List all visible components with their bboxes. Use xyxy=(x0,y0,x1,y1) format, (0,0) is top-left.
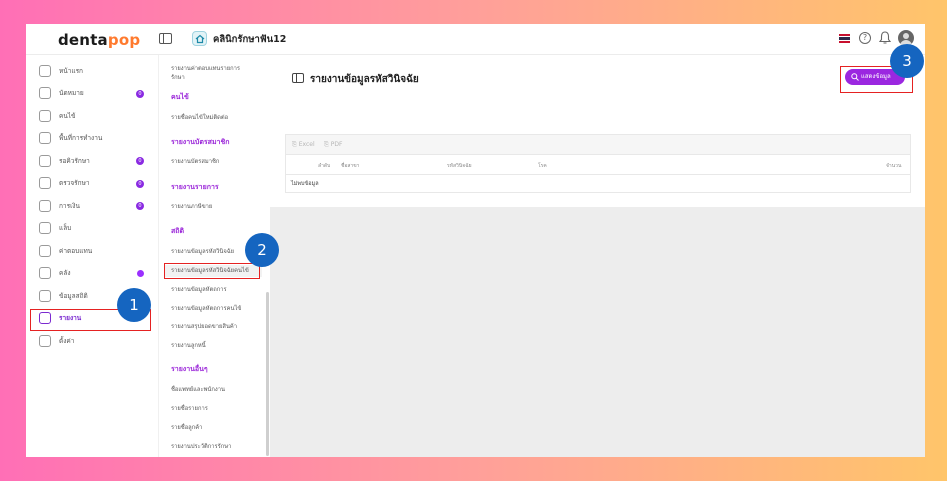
scan-icon xyxy=(39,177,51,189)
workspace-icon xyxy=(39,132,51,144)
step-badge-2: 2 xyxy=(245,233,279,267)
submenu-item[interactable]: รายงานภาษีขาย xyxy=(171,201,212,211)
highlight-diagnosis-report xyxy=(164,263,260,279)
sidebar-item-label: นัดหมาย xyxy=(59,89,84,97)
sidebar-item[interactable]: คนไข้ xyxy=(39,108,149,123)
sidebar-item-label: ค่าตอบแทน xyxy=(59,246,93,255)
step-badge-1: 1 xyxy=(117,288,151,322)
submenu-item[interactable]: รายงานข้อมูลรหัสวินิจฉัย xyxy=(171,246,234,256)
empty-state-text: ไม่พบข้อมูล xyxy=(291,181,319,187)
submenu-item[interactable]: รักษา xyxy=(171,72,185,82)
gear-icon xyxy=(39,334,51,347)
user-icon xyxy=(39,109,51,122)
submenu-section-heading: คนไข้ xyxy=(171,93,189,101)
step-badge-3: 3 xyxy=(890,44,924,78)
submenu-item[interactable]: รายงานข้อมูลหัตถการ xyxy=(171,284,227,294)
report-page-icon xyxy=(292,73,304,83)
submenu-item[interactable]: รายงานข้อมูลหัตถการคนไข้ xyxy=(171,303,241,313)
submenu-section-heading: รายงานรายการ xyxy=(171,183,219,191)
home-icon xyxy=(39,64,51,77)
percent-icon xyxy=(39,244,51,257)
clinic-home-icon xyxy=(192,31,207,46)
table-header: ลำดับ ชื่อสาขา รหัสวินิจฉัย โรค จำนวน xyxy=(286,155,910,175)
chart-circle-icon xyxy=(39,289,51,302)
app-logo[interactable]: dentapop xyxy=(58,31,140,49)
submenu-item[interactable]: ชื่อแพทย์และพนักงาน xyxy=(171,384,225,394)
column-header[interactable]: ลำดับ xyxy=(318,162,330,170)
report-table: ⎘ Excel ⎘ PDF ลำดับ ชื่อสาขา รหัสวินิจฉั… xyxy=(285,134,911,193)
submenu-item[interactable]: รายงานประวัติการรักษา xyxy=(171,441,231,451)
bell-icon[interactable] xyxy=(879,31,891,45)
sidebar-item[interactable]: ตรวจรักษา 0 xyxy=(39,176,149,191)
sidebar-item-label: หน้าแรก xyxy=(59,66,83,75)
column-header[interactable]: จำนวน xyxy=(886,162,901,170)
sidebar-item-label: ตรวจรักษา xyxy=(59,179,90,187)
submenu-item[interactable]: รายงานลูกหนี้ xyxy=(171,340,206,350)
sidebar-item-label: ตั้งค่า xyxy=(59,336,75,345)
submenu-item[interactable]: รายชื่อคนไข้ใหม่ติดต่อ xyxy=(171,112,228,122)
sidebar-item-label: พื้นที่การทำงาน xyxy=(59,134,103,142)
language-flag-icon[interactable] xyxy=(839,34,850,43)
sidebar-item[interactable]: พื้นที่การทำงาน xyxy=(39,131,149,146)
box-icon xyxy=(39,267,51,279)
sidebar-item[interactable]: หน้าแรก xyxy=(39,63,149,78)
column-header[interactable]: รหัสวินิจฉัย xyxy=(447,162,472,170)
main-content: รายงานข้อมูลรหัสวินิจฉัย แสดงข้อมูล ⎘ Ex… xyxy=(270,55,925,457)
calendar-icon xyxy=(39,87,51,99)
main-sidebar: หน้าแรกนัดหมาย 0 คนไข้พื้นที่การทำงานรอคิว… xyxy=(26,55,158,457)
help-icon[interactable]: ? xyxy=(859,32,871,44)
sidebar-item[interactable]: คลัง xyxy=(39,266,149,281)
submenu-scrollbar[interactable] xyxy=(266,292,269,456)
submenu-item[interactable]: รายชื่อลูกค้า xyxy=(171,422,202,432)
sidebar-item[interactable]: การเงิน 0 xyxy=(39,198,149,213)
sidebar-item-label: คลัง xyxy=(59,269,71,277)
sidebar-item-label: การเงิน xyxy=(59,201,80,210)
column-header[interactable]: ชื่อสาขา xyxy=(341,162,359,170)
money-icon xyxy=(39,199,51,212)
tooth-icon xyxy=(39,222,51,234)
count-badge: 0 xyxy=(136,202,144,210)
sidebar-item[interactable]: ตั้งค่า xyxy=(39,333,149,348)
sidebar-item[interactable]: แล็บ xyxy=(39,221,149,236)
submenu-section-heading: รายงานอื่นๆ xyxy=(171,365,208,373)
sidebar-item[interactable]: ค่าตอบแทน xyxy=(39,243,149,258)
notification-dot xyxy=(137,269,144,277)
sidebar-item[interactable]: รอคิวรักษา 0 xyxy=(39,153,149,168)
submenu-item[interactable]: รายงานสรุปยอดขายสินค้า xyxy=(171,321,237,331)
count-badge: 0 xyxy=(136,89,144,98)
export-excel-button[interactable]: ⎘ Excel xyxy=(292,141,315,149)
count-badge: 0 xyxy=(136,179,144,188)
sidebar-item-label: แล็บ xyxy=(59,224,72,232)
sidebar-item[interactable]: นัดหมาย 0 xyxy=(39,86,149,101)
submenu-section-heading: รายงานบัตรสมาชิก xyxy=(171,138,230,146)
report-panel: รายงานข้อมูลรหัสวินิจฉัย แสดงข้อมูล ⎘ Ex… xyxy=(270,55,925,207)
sidebar-item-label: รอคิวรักษา xyxy=(59,156,90,165)
count-badge: 0 xyxy=(136,157,144,165)
submenu-section-heading: สถิติ xyxy=(171,227,185,235)
top-bar: dentapop คลินิกรักษาฟัน12 ? xyxy=(26,24,925,55)
queue-icon xyxy=(39,154,51,167)
table-toolbar: ⎘ Excel ⎘ PDF xyxy=(286,135,910,155)
export-pdf-button[interactable]: ⎘ PDF xyxy=(324,141,342,149)
app-window: dentapop คลินิกรักษาฟัน12 ? หน้าแรกนัดหม… xyxy=(26,24,925,457)
sidebar-toggle-icon[interactable] xyxy=(159,33,172,44)
column-header[interactable]: โรค xyxy=(538,162,547,170)
sidebar-item-label: คนไข้ xyxy=(59,111,76,120)
clinic-name[interactable]: คลินิกรักษาฟัน12 xyxy=(213,32,286,47)
submenu-item[interactable]: รายงานบัตรสมาชิก xyxy=(171,156,219,166)
sidebar-item-label: ข้อมูลสถิติ xyxy=(59,291,88,300)
submenu-item[interactable]: รายชื่อรายการ xyxy=(171,403,208,413)
page-title: รายงานข้อมูลรหัสวินิจฉัย xyxy=(310,74,419,85)
